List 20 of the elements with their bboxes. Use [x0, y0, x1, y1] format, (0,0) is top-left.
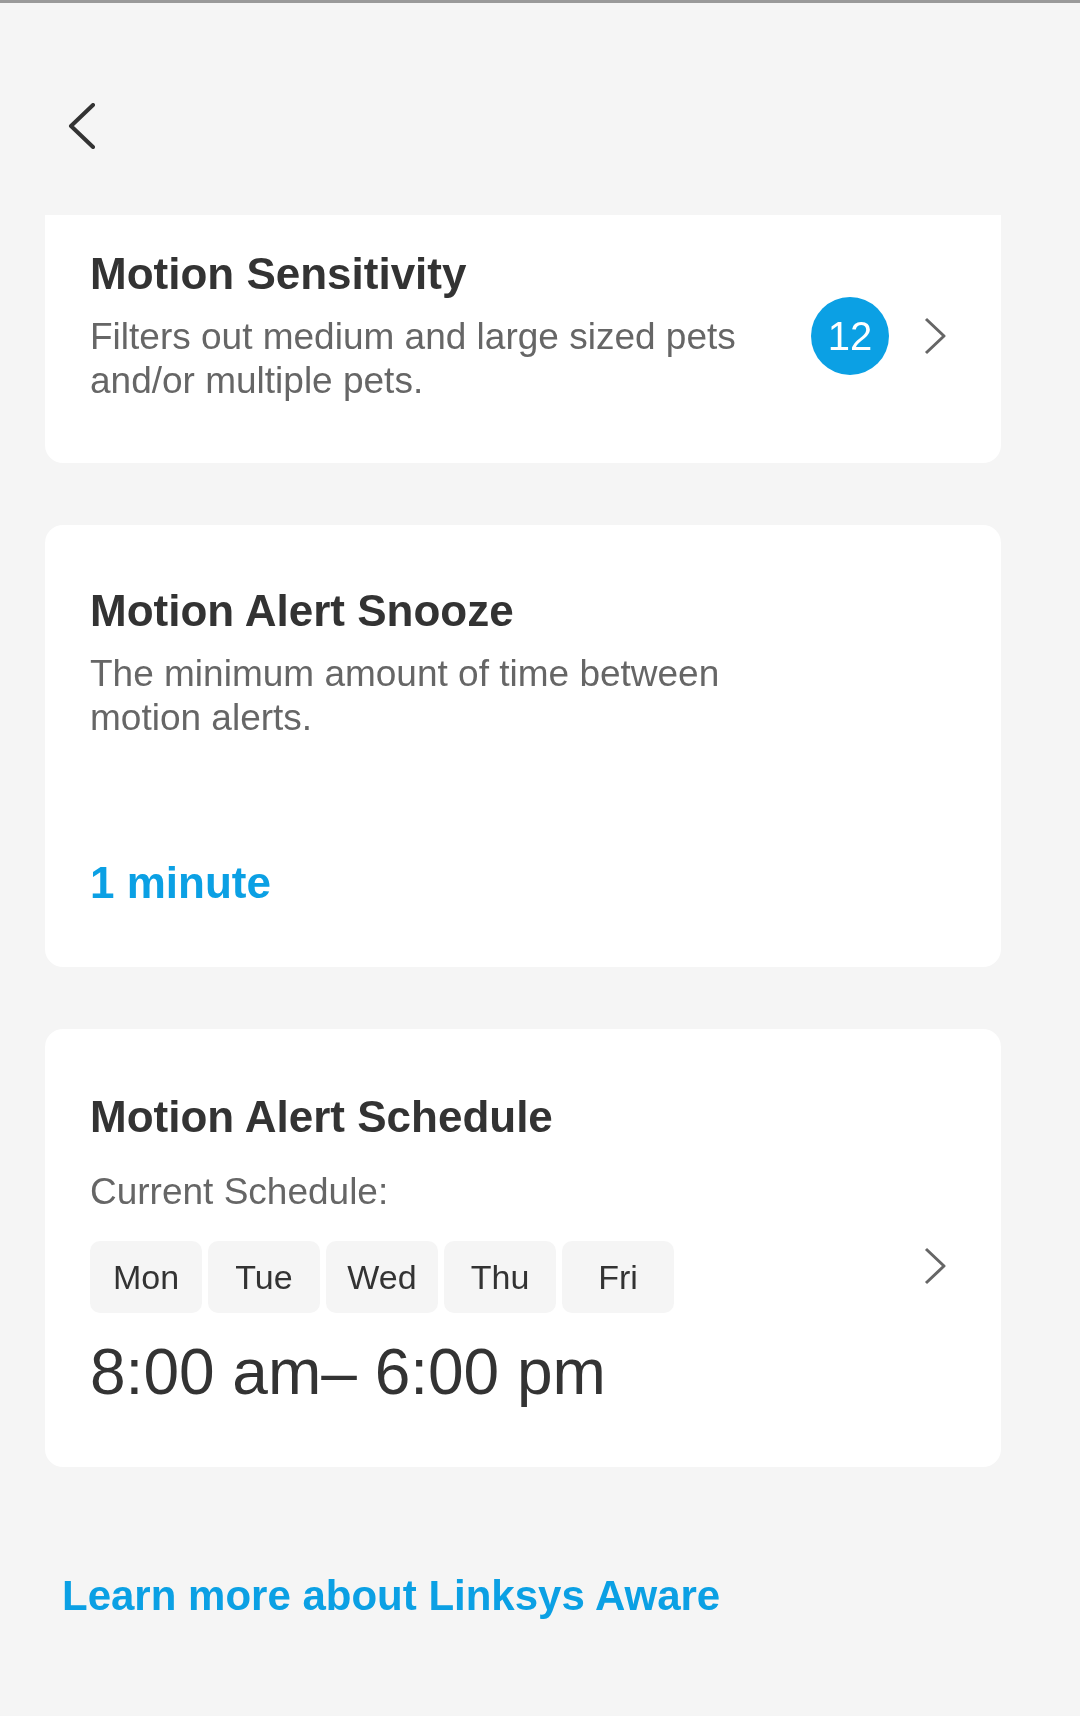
day-chip: Wed: [326, 1241, 438, 1314]
day-chip: Fri: [562, 1241, 674, 1314]
chevron-right-icon: [924, 1247, 946, 1286]
day-chip: Mon: [90, 1241, 202, 1314]
day-chip: Thu: [444, 1241, 556, 1314]
chevron-left-icon: [68, 103, 96, 149]
chevron-right-icon: [924, 317, 946, 356]
count-badge: 12: [811, 297, 889, 376]
card-description: Filters out medium and large sized pets and/or multiple pets.: [90, 314, 737, 403]
card-description: The minimum amount of time between motion alerts.: [90, 651, 721, 740]
schedule-label: Current Schedule:: [90, 1170, 389, 1215]
back-button[interactable]: [68, 103, 96, 149]
card-title: Motion Sensitivity: [90, 248, 467, 300]
settings-card[interactable]: Motion Sensitivity Filters out medium and large sized pets and/or multiple pets. 12: [45, 215, 1001, 463]
card-title: Motion Alert Snooze: [90, 584, 514, 637]
settings-card[interactable]: Motion Alert Snooze The minimum amount of time between motion alerts. 1 minute: [45, 524, 1001, 968]
time-range-text: 8:00 am– 6:00 pm: [90, 1335, 606, 1411]
card-title: Motion Alert Schedule: [90, 1091, 553, 1144]
day-chip: Tue: [208, 1241, 320, 1314]
settings-card[interactable]: Motion Alert Schedule Current Schedule: Mon Tue Wed Thu Fri 8:00 am– 6:00 pm: [45, 1029, 1001, 1467]
